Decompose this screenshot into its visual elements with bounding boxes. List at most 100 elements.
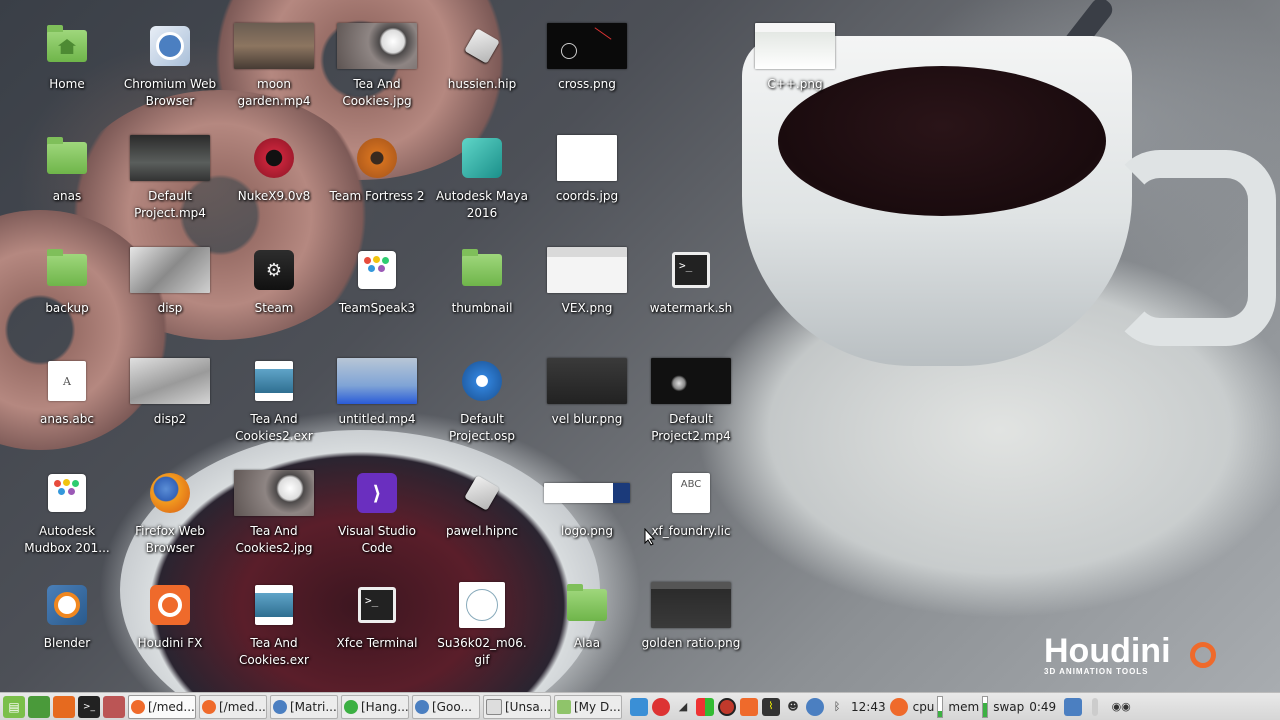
houdini-tray-icon[interactable]	[740, 697, 758, 716]
desktop-icon-nuke[interactable]: NukeX9.0v8	[224, 134, 324, 205]
swap-value: 0:49	[1029, 699, 1057, 714]
task-button-chromium-matrix[interactable]: [Matri...	[270, 694, 338, 719]
icon-label: disp2	[153, 412, 187, 426]
desktop-icon-disp2[interactable]: disp2	[120, 357, 220, 428]
mouse-cursor-icon	[644, 528, 656, 546]
chromium-icon	[150, 26, 190, 66]
desktop-icon-xfce-terminal[interactable]: >_ Xfce Terminal	[327, 581, 427, 652]
desktop-icon-pawel-hipnc[interactable]: pawel.hipnc	[432, 469, 532, 540]
desktop-icon-tea-jpg2[interactable]: Tea And Cookies2.jpg	[224, 469, 324, 557]
network-tray-icon[interactable]	[1064, 697, 1083, 716]
taskbar-panel: ▤ >_ [/med... [/med... [Matri... [Hang..…	[0, 692, 1280, 720]
task-button-hangouts[interactable]: [Hang...	[341, 694, 409, 719]
desktop-icon-coords-jpg[interactable]: coords.jpg	[537, 134, 637, 205]
terminal-launcher-icon[interactable]: >_	[78, 695, 100, 718]
task-button-unsaved[interactable]: [Unsa...	[483, 694, 551, 719]
desktop-icon-default-osp[interactable]: Default Project.osp	[432, 357, 532, 445]
desktop-icon-blender[interactable]: Blender	[17, 581, 117, 652]
desktop-icon-disp[interactable]: disp	[120, 246, 220, 317]
desktop-icon-watermark-sh[interactable]: >_ watermark.sh	[641, 246, 741, 317]
task-label: [Hang...	[361, 699, 409, 714]
icon-label: disp	[157, 301, 183, 315]
record-tray-icon[interactable]	[652, 697, 670, 716]
app-launcher-icon[interactable]	[103, 695, 125, 718]
volume-tray-icon[interactable]: ◢	[674, 698, 692, 716]
image-thumbnail-icon	[130, 358, 210, 404]
menu-button[interactable]: ▤	[3, 695, 25, 718]
desktop-icon-home[interactable]: Home	[17, 22, 117, 93]
icon-label: logo.png	[560, 524, 614, 538]
desktop-icon-maya[interactable]: Autodesk Maya 2016	[432, 134, 532, 222]
desktop-icon-cross-png[interactable]: cross.png	[537, 22, 637, 93]
desktop-icon-anas[interactable]: anas	[17, 134, 117, 205]
monitor-tray-icon[interactable]: ⌇	[762, 697, 780, 716]
desktop-icon-untitled[interactable]: untitled.mp4	[327, 357, 427, 428]
task-button-houdini-1[interactable]: [/med...	[128, 694, 196, 719]
skype-tray-icon[interactable]	[630, 697, 648, 716]
exr-image-icon	[255, 361, 293, 401]
desktop-icon-mudbox[interactable]: Autodesk Mudbox 201...	[17, 469, 117, 557]
color-tray-icon[interactable]	[696, 697, 714, 716]
desktop-icon-xf-foundry[interactable]: ABC xf_foundry.lic	[641, 469, 741, 540]
desktop-icon-vscode[interactable]: ⟩ Visual Studio Code	[327, 469, 427, 557]
image-thumbnail-icon	[557, 135, 617, 181]
desktop-icon-default-project[interactable]: Default Project.mp4	[120, 134, 220, 222]
chromium-tray-icon[interactable]	[806, 697, 824, 716]
icon-label: Blender	[43, 636, 91, 650]
pidgin-tray-icon[interactable]: ☻	[784, 698, 802, 716]
icon-label: Default Project2.mp4	[651, 412, 731, 443]
desktop-icon-tea-jpg[interactable]: Tea And Cookies.jpg	[327, 22, 427, 110]
show-desktop-icon[interactable]	[28, 695, 50, 718]
desktop-icon-anas-abc[interactable]: A anas.abc	[17, 357, 117, 428]
icon-label: Tea And Cookies2.exr	[235, 412, 313, 443]
desktop-icon-vex-png[interactable]: VEX.png	[537, 246, 637, 317]
desktop-icon-tea-exr2[interactable]: Tea And Cookies2.exr	[224, 357, 324, 445]
desktop-icon-su36-gif[interactable]: Su36k02_m06. gif	[432, 581, 532, 669]
desktop-icon-firefox[interactable]: Firefox Web Browser	[120, 469, 220, 557]
desktop-icon-logo-png[interactable]: logo.png	[537, 469, 637, 540]
video-thumbnail-icon	[234, 23, 314, 69]
desktop-icon-chromium[interactable]: Chromium Web Browser	[120, 22, 220, 110]
icon-label: Steam	[254, 301, 294, 315]
icon-label: Team Fortress 2	[329, 189, 425, 203]
app-tray-icon[interactable]	[718, 697, 736, 716]
terminal-script-icon: >_	[672, 252, 710, 288]
desktop-icon-houdini[interactable]: Houdini FX	[120, 581, 220, 652]
desktop-icon-golden-ratio[interactable]: golden ratio.png	[641, 581, 741, 652]
icon-label: VEX.png	[561, 301, 613, 315]
desktop-icon-cpp-png[interactable]: C++.png	[745, 22, 845, 93]
icon-label: Xfce Terminal	[336, 636, 418, 650]
chromium-icon	[415, 699, 429, 714]
desktop-icon-vel-blur[interactable]: vel blur.png	[537, 357, 637, 428]
icon-label: vel blur.png	[551, 412, 623, 426]
icon-label: watermark.sh	[649, 301, 733, 315]
desktop-icon-steam[interactable]: ⚙ Steam	[224, 246, 324, 317]
icon-label: NukeX9.0v8	[237, 189, 311, 203]
document-icon: A	[48, 361, 86, 401]
houdini-tray-icon-2[interactable]	[889, 697, 908, 716]
desktop-icon-moon-garden[interactable]: moon garden.mp4	[224, 22, 324, 110]
desktop-icon-alaa[interactable]: Alaa	[537, 581, 637, 652]
icon-label: anas	[52, 189, 82, 203]
desktop-icon-teamspeak[interactable]: TeamSpeak3	[327, 246, 427, 317]
desktop-icon-tea-exr[interactable]: Tea And Cookies.exr	[224, 581, 324, 669]
eyes-tray-icon[interactable]: ◉◉	[1106, 698, 1136, 716]
task-label: [My D...	[574, 699, 621, 714]
mem-meter	[982, 695, 989, 718]
clock[interactable]: 12:43	[851, 700, 886, 714]
firefox-launcher-icon[interactable]	[53, 695, 75, 718]
task-button-chromium-google[interactable]: [Goo...	[412, 694, 480, 719]
icon-label: xf_foundry.lic	[651, 524, 731, 538]
desktop-icon-hussien-hip[interactable]: hussien.hip	[432, 22, 532, 93]
cpu-meter	[937, 695, 944, 718]
desktop-icon-backup[interactable]: backup	[17, 246, 117, 317]
vscode-icon: ⟩	[357, 473, 397, 513]
task-button-houdini-2[interactable]: [/med...	[199, 694, 267, 719]
task-button-my-documents[interactable]: [My D...	[554, 694, 622, 719]
bluetooth-tray-icon[interactable]: ᛒ	[828, 698, 846, 716]
teamspeak-icon	[358, 251, 396, 289]
icon-label: Default Project.osp	[448, 412, 516, 443]
desktop-icon-default-project2[interactable]: Default Project2.mp4	[641, 357, 741, 445]
desktop-icon-thumbnail[interactable]: thumbnail	[432, 246, 532, 317]
desktop-icon-tf2[interactable]: Team Fortress 2	[327, 134, 427, 205]
